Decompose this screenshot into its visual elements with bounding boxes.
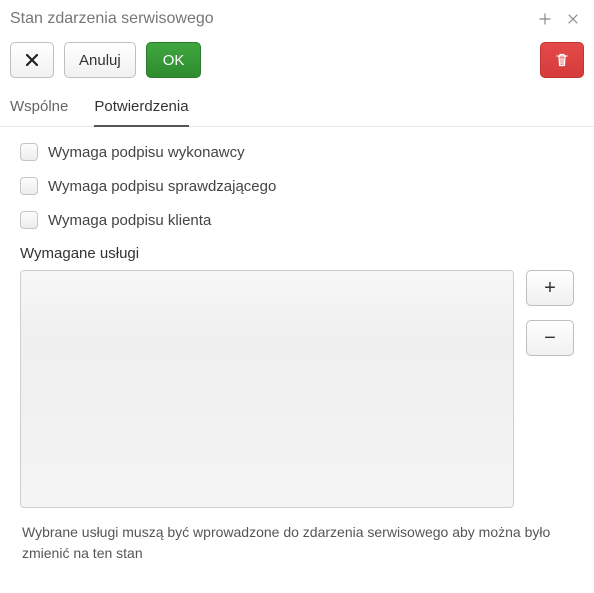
checkbox-row-sprawdzajacego: Wymaga podpisu sprawdzającego (20, 177, 574, 195)
required-services-label: Wymagane usługi (20, 245, 574, 262)
add-service-button[interactable]: + (526, 270, 574, 306)
ok-button[interactable]: OK (146, 42, 202, 78)
titlebar-actions (538, 12, 580, 26)
tab-wspolne[interactable]: Wspólne (10, 92, 68, 127)
checkbox-label: Wymaga podpisu wykonawcy (48, 144, 245, 161)
close-icon[interactable] (566, 12, 580, 26)
trash-icon (554, 52, 570, 68)
checkbox-klienta[interactable] (20, 211, 38, 229)
checkbox-label: Wymaga podpisu klienta (48, 212, 211, 229)
tabs: Wspólne Potwierdzenia (0, 92, 594, 127)
window-title: Stan zdarzenia serwisowego (10, 10, 214, 28)
required-services-list[interactable] (20, 270, 514, 508)
plus-icon[interactable] (538, 12, 552, 26)
titlebar: Stan zdarzenia serwisowego (0, 0, 594, 36)
tab-potwierdzenia[interactable]: Potwierdzenia (94, 92, 188, 127)
minus-icon: − (544, 327, 556, 350)
cancel-button[interactable]: Anuluj (64, 42, 136, 78)
checkbox-row-wykonawcy: Wymaga podpisu wykonawcy (20, 143, 574, 161)
checkbox-sprawdzajacego[interactable] (20, 177, 38, 195)
checkbox-wykonawcy[interactable] (20, 143, 38, 161)
checkbox-label: Wymaga podpisu sprawdzającego (48, 178, 276, 195)
x-icon (24, 52, 40, 68)
close-button[interactable] (10, 42, 54, 78)
toolbar: Anuluj OK (0, 36, 594, 92)
delete-button[interactable] (540, 42, 584, 78)
remove-service-button[interactable]: − (526, 320, 574, 356)
tab-content: Wymaga podpisu wykonawcy Wymaga podpisu … (0, 127, 594, 574)
plus-icon: + (544, 277, 556, 300)
help-text: Wybrane usługi muszą być wprowadzone do … (20, 508, 574, 564)
checkbox-row-klienta: Wymaga podpisu klienta (20, 211, 574, 229)
